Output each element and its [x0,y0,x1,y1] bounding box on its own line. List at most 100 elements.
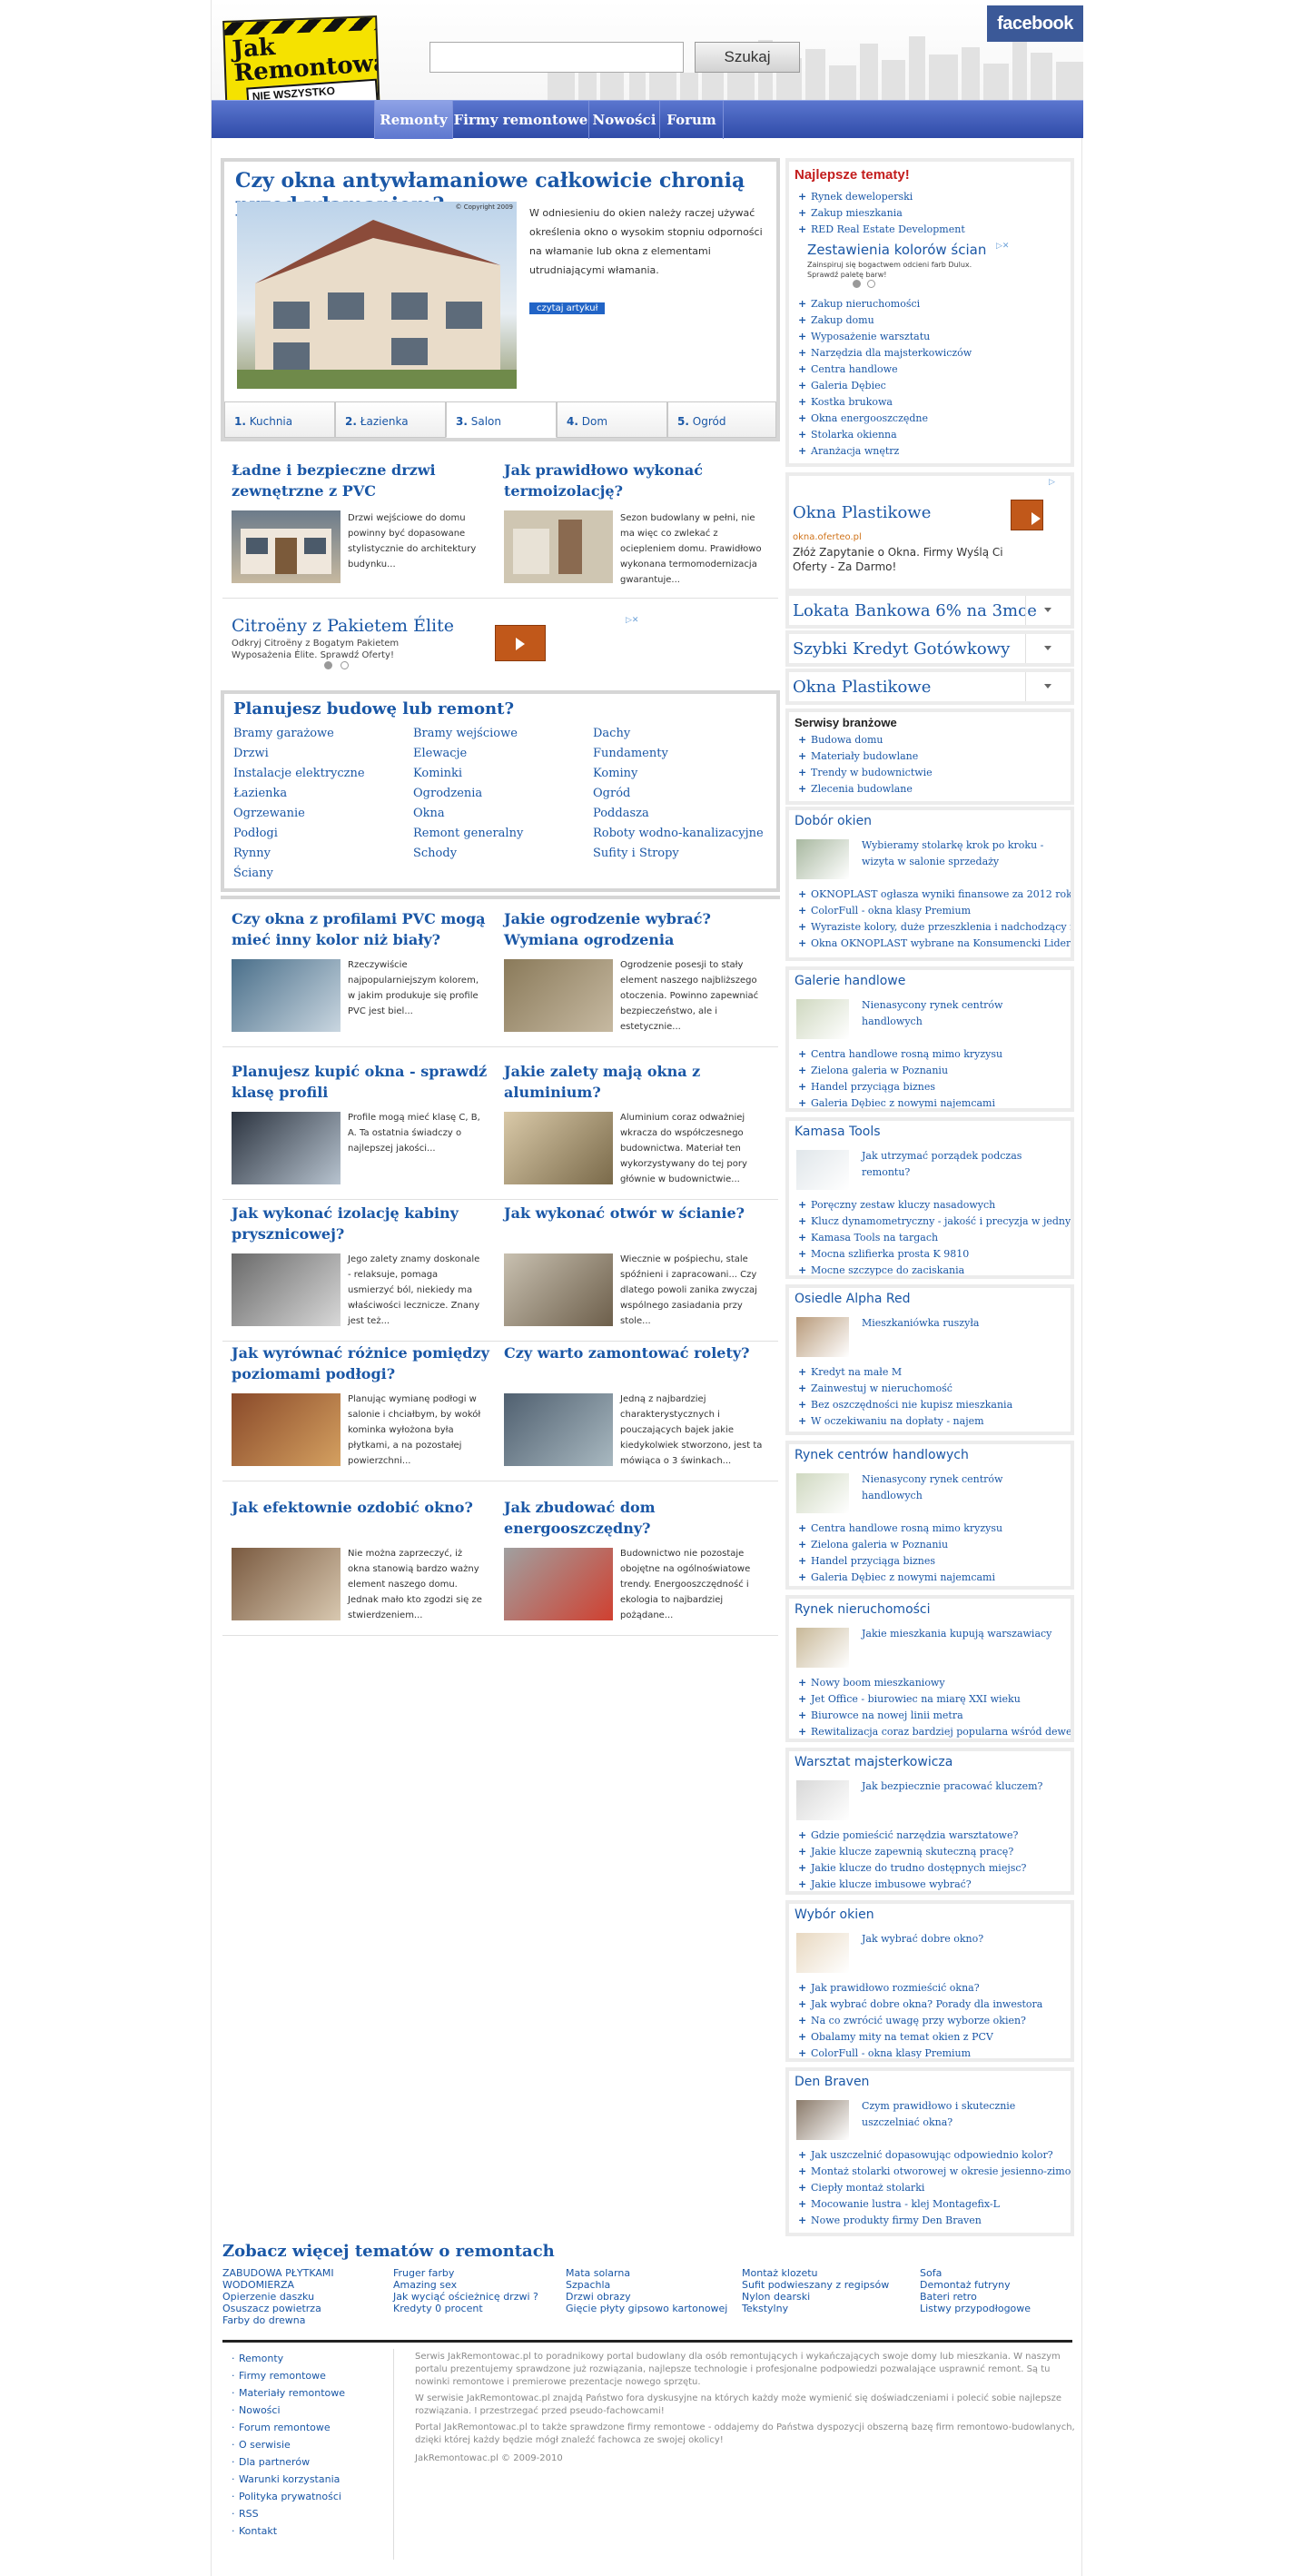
section-link[interactable]: Jak prawidłowo rozmieścić okna? [798,1982,980,1994]
footer-link[interactable]: Warunki korzystania [232,2473,340,2485]
ad-arrow-button[interactable] [1011,500,1043,530]
section-link[interactable]: Zainwestuj w nieruchomość [798,1382,952,1394]
tab-ogrod[interactable]: 5. Ogród [667,401,776,438]
more-topic-link[interactable]: Osuszacz powietrza [222,2303,321,2314]
footer-link[interactable]: O serwisie [232,2439,291,2451]
more-topic-link[interactable]: Nylon dearski [742,2291,810,2303]
section-thumbnail[interactable] [796,839,849,879]
footer-link[interactable]: Polityka prywatności [232,2491,341,2502]
topic-link[interactable]: Instalacje elektryczne [233,767,365,780]
section-link[interactable]: Ciepły montaż stolarki [798,2182,924,2194]
section-link[interactable]: Bez oszczędności nie kupisz mieszkania [798,1399,1012,1411]
section-feature-link[interactable]: Jakie mieszkania kupują warszawiacy [862,1626,1056,1642]
more-topic-link[interactable]: Mata solarna [566,2267,630,2279]
more-topic-link[interactable]: WODOMIERZA [222,2279,294,2291]
article-title[interactable]: Ładne i bezpieczne drzwi zewnętrzne z PV… [232,460,495,501]
more-topic-link[interactable]: Listwy przypodłogowe [920,2303,1031,2314]
more-topic-link[interactable]: Szpachla [566,2279,610,2291]
section-thumbnail[interactable] [796,999,849,1039]
topic-link[interactable]: Ściany [233,867,273,880]
nav-item-firmy-remontowe[interactable]: Firmy remontowe [453,101,589,139]
ad-choices-icon[interactable]: ▷✕ [996,242,1009,251]
topic-link[interactable]: Łazienka [233,787,287,800]
ad-title[interactable]: Zestawienia kolorów ścian [807,242,986,258]
search-input[interactable] [429,42,684,73]
article-title[interactable]: Jak wykonać izolację kabiny prysznicowej… [232,1203,495,1244]
more-topic-link[interactable]: Tekstylny [742,2303,788,2314]
section-feature-link[interactable]: Nienasycony rynek centrów handlowych [862,997,1056,1030]
section-feature-link[interactable]: Nienasycony rynek centrów handlowych [862,1471,1056,1504]
nav-item-remonty[interactable]: Remonty [375,101,453,139]
section-link[interactable]: Handel przyciąga biznes [798,1555,935,1567]
section-link[interactable]: Mocowanie lustra - klej Montagefix-L [798,2198,1000,2210]
article-title[interactable]: Jakie ogrodzenie wybrać? Wymiana ogrodze… [504,908,767,950]
article-title[interactable]: Jak wyrównać różnice pomiędzy poziomami … [232,1342,495,1384]
section-link[interactable]: Na co zwrócić uwagę przy wyborze okien? [798,2015,1026,2026]
more-topic-link[interactable]: Amazing sex [393,2279,457,2291]
section-link[interactable]: Gdzie pomieścić narzędzia warsztatowe? [798,1829,1018,1841]
article-thumbnail[interactable] [232,959,341,1032]
section-link[interactable]: Jet Office - biurowiec na miarę XXI wiek… [798,1693,1021,1705]
footer-link[interactable]: Dla partnerów [232,2456,310,2468]
ad-title[interactable]: Okna Plastikowe [793,503,931,522]
article-thumbnail[interactable] [504,1548,613,1620]
ad-choices-icon[interactable]: ▷ [1049,478,1055,487]
more-topic-link[interactable]: Sofa [920,2267,942,2279]
pager-dot[interactable] [853,280,861,288]
topic-link[interactable]: Galeria Dębiec [798,380,886,391]
section-link[interactable]: Jak uszczelnić dopasowując odpowiednio k… [798,2149,1053,2161]
topic-link[interactable]: Sufity i Stropy [593,847,679,860]
topic-link[interactable]: Ogród [593,787,630,800]
more-topic-link[interactable]: Farby do drewna [222,2314,306,2326]
topic-link[interactable]: Aranżacja wnętrz [798,445,899,457]
more-topic-link[interactable]: Bateri retro [920,2291,977,2303]
section-link[interactable]: Mocne szczypce do zaciskania [798,1264,964,1275]
topic-link[interactable]: Fundamenty [593,747,668,760]
more-topic-link[interactable]: Drzwi obrazy [566,2291,631,2303]
section-feature-link[interactable]: Jak utrzymać porządek podczas remontu? [862,1148,1056,1181]
section-header[interactable]: Rynek centrów handlowych [795,1448,969,1462]
serwis-link[interactable]: Trendy w budownictwie [798,767,933,778]
article-title[interactable]: Jak wykonać otwór w ścianie? [504,1203,767,1224]
article-title[interactable]: Planujesz kupić okna - sprawdź klasę pro… [232,1061,495,1103]
section-link[interactable]: OKNOPLAST ogłasza wyniki finansowe za 20… [798,888,1071,900]
section-header[interactable]: Warsztat majsterkowicza [795,1755,952,1769]
section-link[interactable]: Galeria Dębiec z nowymi najemcami [798,1571,995,1583]
section-link[interactable]: Jakie klucze zapewnią skuteczną pracę? [798,1846,1013,1858]
section-link[interactable]: Mocna szlifierka prosta K 9810 [798,1248,969,1260]
ad-dropdown[interactable]: Okna Plastikowe [785,669,1074,705]
section-link[interactable]: Handel przyciąga biznes [798,1081,935,1093]
ad-dropdown[interactable]: Szybki Kredyt Gotówkowy [785,630,1074,667]
topic-link[interactable]: Ogrodzenia [413,787,482,800]
section-link[interactable]: Centra handlowe rosną mimo kryzysu [798,1048,1002,1060]
more-topic-link[interactable]: Fruger farby [393,2267,454,2279]
section-header[interactable]: Den Braven [795,2075,869,2089]
search-button[interactable]: Szukaj [695,42,800,73]
section-link[interactable]: W oczekiwaniu na dopłaty - najem [798,1415,984,1427]
topic-link[interactable]: Zakup nieruchomości [798,298,920,310]
topic-link[interactable]: Schody [413,847,457,860]
read-more-button[interactable]: czytaj artykuł [529,302,606,314]
section-link[interactable]: Biurowce na nowej linii metra [798,1709,963,1721]
topic-link[interactable]: Centra handlowe [798,363,898,375]
more-topic-link[interactable]: Gięcie płyty gipsowo kartonowej [566,2303,727,2314]
ad-dropdown[interactable]: Lokata Bankowa 6% na 3mce [785,592,1074,629]
section-link[interactable]: Poręczny zestaw kluczy nasadowych [798,1199,995,1211]
section-thumbnail[interactable] [796,2100,849,2140]
footer-link[interactable]: Materiały remontowe [232,2387,345,2399]
article-thumbnail[interactable] [232,1548,341,1620]
more-topic-link[interactable]: Jak wyciąć ościeżnicę drzwi ? [393,2291,538,2303]
featured-photo[interactable]: © Copyright 2009 [237,202,517,389]
topic-link[interactable]: Roboty wodno-kanalizacyjne [593,827,764,840]
article-thumbnail[interactable] [504,1253,613,1326]
section-header[interactable]: Rynek nieruchomości [795,1602,931,1617]
section-thumbnail[interactable] [796,1150,849,1190]
section-link[interactable]: W Poznaniu przybywa powierzchni do handl… [798,1588,1041,1590]
section-link[interactable]: Jak wybrać dobre okna? Porady dla inwest… [798,1998,1042,2010]
topic-link[interactable]: Narzędzia dla majsterkowiczów [798,347,972,359]
ad-title[interactable]: Citroëny z Pakietem Élite [232,616,454,636]
section-header[interactable]: Galerie handlowe [795,974,905,988]
pager-dot[interactable] [867,280,875,288]
topic-link[interactable]: Wyposażenie warsztatu [798,331,930,342]
section-thumbnail[interactable] [796,1473,849,1513]
